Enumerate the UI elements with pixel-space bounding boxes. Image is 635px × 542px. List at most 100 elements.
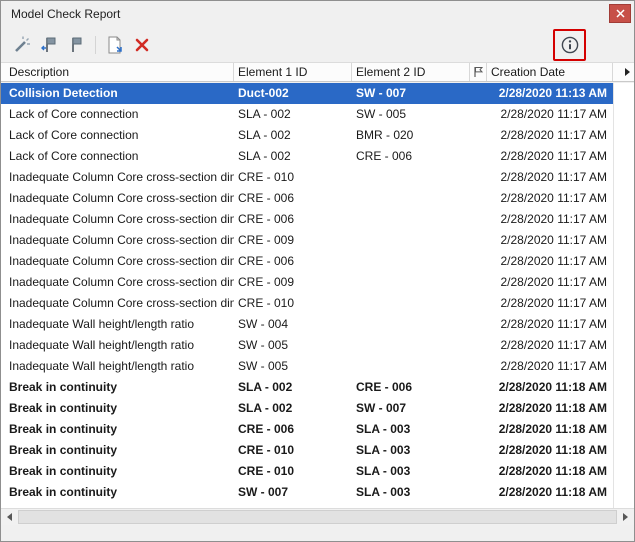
cell-date: 2/28/2020 11:18 AM: [498, 422, 607, 436]
info-button[interactable]: [556, 32, 583, 58]
cell-flag: [470, 209, 487, 230]
cell-description: Inadequate Column Core cross-section dim…: [9, 254, 234, 268]
table-row[interactable]: Collision Detection Duct-002 SW - 007 2/…: [1, 83, 613, 104]
toolbar: [1, 27, 634, 62]
table-row[interactable]: Break in continuity SLA - 002 CRE - 006 …: [1, 377, 613, 398]
cell-element2: SLA - 003: [356, 464, 411, 478]
table-row[interactable]: Break in continuity SLA - 002 SW - 007 2…: [1, 398, 613, 419]
cell-date: 2/28/2020 11:17 AM: [500, 275, 607, 289]
run-checks-icon: [14, 36, 30, 52]
table-row[interactable]: Lack of Core connection SLA - 002 CRE - …: [1, 146, 613, 167]
delete-button[interactable]: [128, 32, 155, 58]
cell-element2: CRE - 006: [356, 380, 413, 394]
cell-flag: [470, 377, 487, 398]
cell-element2: CRE - 006: [356, 149, 413, 163]
table-row[interactable]: Lack of Core connection SLA - 002 BMR - …: [1, 125, 613, 146]
new-report-button[interactable]: [101, 32, 128, 58]
cell-element2: [352, 167, 470, 188]
cell-date: 2/28/2020 11:18 AM: [498, 485, 607, 499]
flag-button[interactable]: [63, 32, 90, 58]
model-check-report-window: Model Check Report Description Element 1…: [0, 0, 635, 542]
cell-element1: CRE - 009: [238, 275, 295, 289]
table-row[interactable]: Inadequate Column Core cross-section dim…: [1, 188, 613, 209]
cell-description: Break in continuity: [9, 485, 118, 499]
scroll-right-button[interactable]: [617, 509, 634, 525]
table-right-strip: [613, 83, 634, 508]
flag-icon: [71, 37, 81, 52]
table-row[interactable]: Inadequate Column Core cross-section dim…: [1, 230, 613, 251]
cell-description: Break in continuity: [9, 443, 118, 457]
cell-flag: [470, 461, 487, 482]
table-row[interactable]: Inadequate Column Core cross-section dim…: [1, 167, 613, 188]
table-row[interactable]: Inadequate Wall height/length ratio SW -…: [1, 356, 613, 377]
run-checks-button[interactable]: [9, 32, 36, 58]
cell-date: 2/28/2020 11:18 AM: [498, 380, 607, 394]
cell-flag: [470, 167, 487, 188]
cell-description: Lack of Core connection: [9, 107, 139, 121]
cell-element2: SW - 007: [356, 401, 407, 415]
cell-element2: SLA - 003: [356, 422, 411, 436]
scrollbar-thumb[interactable]: [18, 510, 617, 524]
cell-element1: SW - 004: [238, 317, 289, 331]
cell-description: Inadequate Column Core cross-section dim…: [9, 212, 234, 226]
window-title: Model Check Report: [11, 7, 121, 21]
cell-description: Inadequate Wall height/length ratio: [9, 359, 195, 373]
cell-element2: BMR - 020: [356, 128, 414, 142]
cell-description: Inadequate Wall height/length ratio: [9, 317, 195, 331]
cell-description: Inadequate Wall height/length ratio: [9, 338, 195, 352]
column-header-element1[interactable]: Element 1 ID: [234, 63, 352, 81]
horizontal-scrollbar[interactable]: [1, 508, 634, 525]
table-row[interactable]: Inadequate Wall height/length ratio SW -…: [1, 314, 613, 335]
cell-description: Inadequate Column Core cross-section dim…: [9, 233, 234, 247]
cell-element1: CRE - 006: [238, 191, 295, 205]
cell-element1: CRE - 010: [238, 464, 295, 478]
close-button[interactable]: [609, 4, 631, 23]
flag-with-arrow-button[interactable]: [36, 32, 63, 58]
scroll-left-button[interactable]: [1, 509, 18, 525]
new-report-icon: [108, 36, 122, 53]
table-body[interactable]: Collision Detection Duct-002 SW - 007 2/…: [1, 83, 613, 508]
annotation-highlight-box: [553, 28, 586, 61]
delete-icon: [135, 38, 148, 51]
table-row[interactable]: Lack of Core connection SLA - 002 SW - 0…: [1, 104, 613, 125]
header-scroll-right-button[interactable]: [613, 63, 634, 81]
table-header: Description Element 1 ID Element 2 ID Cr…: [1, 62, 634, 82]
cell-date: 2/28/2020 11:17 AM: [500, 107, 607, 121]
table-row[interactable]: Inadequate Column Core cross-section dim…: [1, 293, 613, 314]
cell-date: 2/28/2020 11:17 AM: [500, 191, 607, 205]
column-header-element2[interactable]: Element 2 ID: [352, 63, 470, 81]
scroll-right-icon: [623, 513, 628, 521]
cell-description: Break in continuity: [9, 422, 118, 436]
table-row[interactable]: Inadequate Column Core cross-section dim…: [1, 272, 613, 293]
table-row[interactable]: Break in continuity CRE - 010 SLA - 003 …: [1, 461, 613, 482]
cell-flag: [470, 356, 487, 377]
titlebar[interactable]: Model Check Report: [1, 1, 634, 27]
cell-element2: [352, 293, 470, 314]
cell-date: 2/28/2020 11:17 AM: [500, 128, 607, 142]
cell-element2: [352, 230, 470, 251]
cell-element2: SLA - 003: [356, 443, 411, 457]
column-header-flag[interactable]: [470, 63, 487, 81]
cell-description: Inadequate Column Core cross-section dim…: [9, 170, 234, 184]
cell-date: 2/28/2020 11:17 AM: [500, 254, 607, 268]
cell-flag: [470, 251, 487, 272]
table-row[interactable]: Inadequate Column Core cross-section dim…: [1, 251, 613, 272]
cell-element1: CRE - 006: [238, 212, 295, 226]
cell-element1: SW - 007: [238, 485, 289, 499]
cell-flag: [470, 440, 487, 461]
cell-element2: SW - 007: [356, 86, 407, 100]
cell-element2: [352, 335, 470, 356]
table-row[interactable]: Inadequate Column Core cross-section dim…: [1, 209, 613, 230]
table-row[interactable]: Break in continuity CRE - 010 SLA - 003 …: [1, 440, 613, 461]
table-row[interactable]: Break in continuity CRE - 006 SLA - 003 …: [1, 419, 613, 440]
cell-description: Break in continuity: [9, 401, 118, 415]
column-header-date[interactable]: Creation Date: [487, 63, 613, 81]
column-header-description[interactable]: Description: [1, 63, 234, 81]
header-scroll-right-icon: [625, 68, 630, 76]
cell-element2: SW - 005: [356, 107, 407, 121]
close-icon: [615, 9, 625, 18]
cell-description: Inadequate Column Core cross-section dim…: [9, 296, 234, 310]
table-row[interactable]: Inadequate Wall height/length ratio SW -…: [1, 335, 613, 356]
cell-element1: CRE - 006: [238, 254, 295, 268]
table-row[interactable]: Break in continuity SW - 007 SLA - 003 2…: [1, 482, 613, 503]
